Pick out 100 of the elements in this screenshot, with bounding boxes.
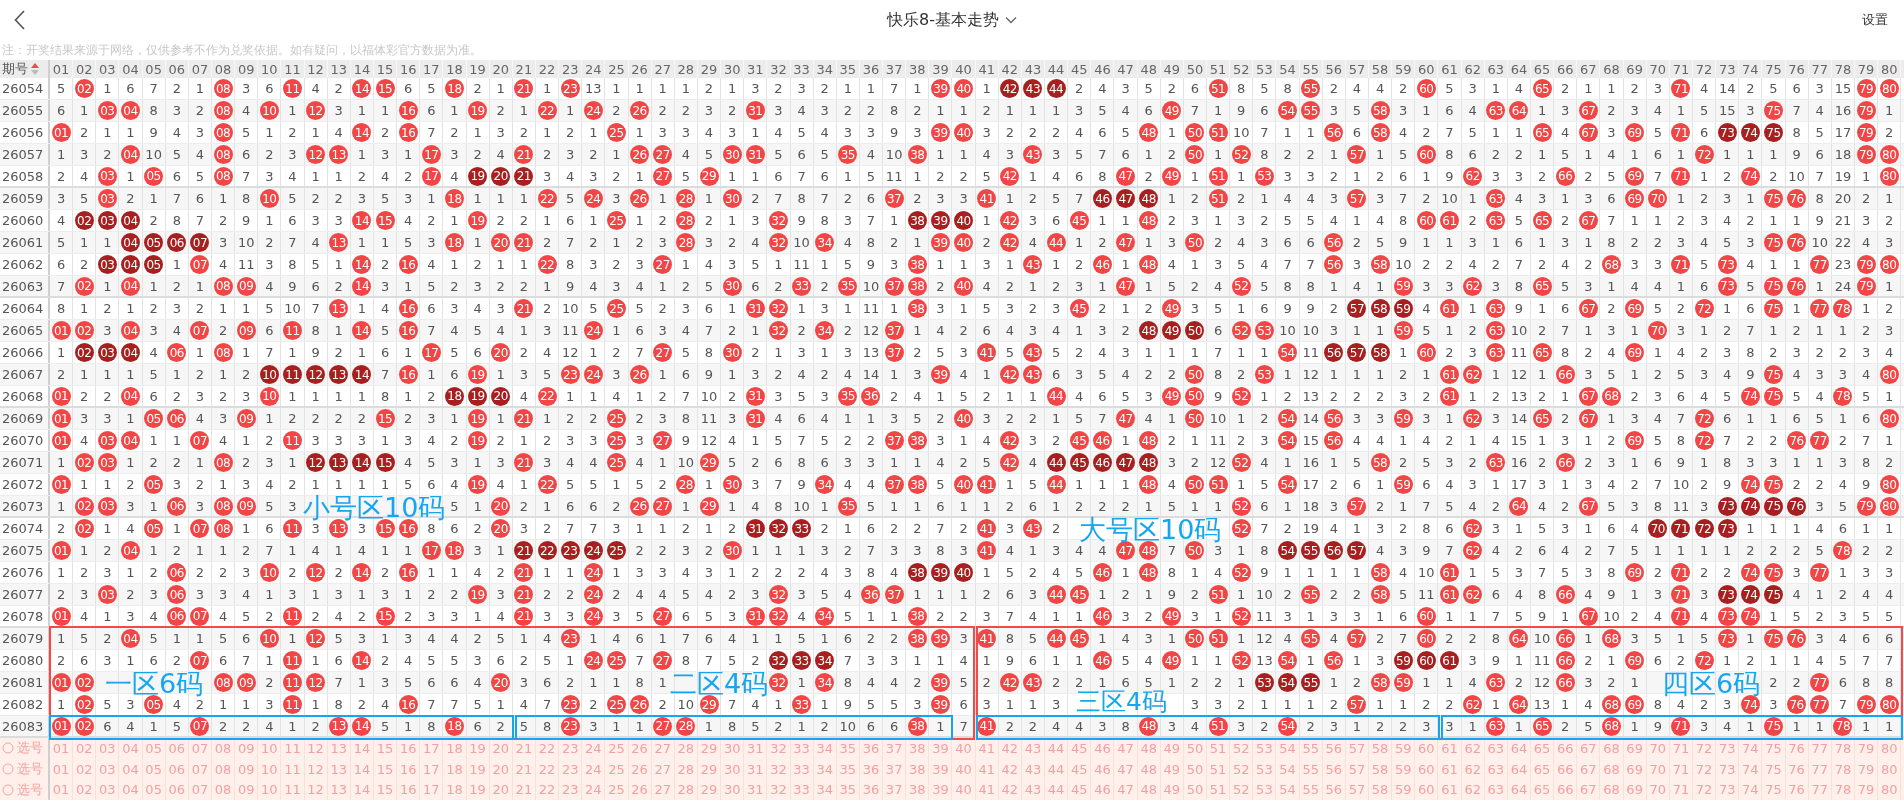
pick-number[interactable]: 47: [1114, 779, 1138, 801]
pick-number[interactable]: 31: [744, 738, 768, 759]
pick-number[interactable]: 24: [582, 738, 606, 759]
pick-number[interactable]: 46: [1091, 779, 1115, 801]
pick-number[interactable]: 77: [1808, 738, 1832, 759]
pick-number[interactable]: 57: [1345, 779, 1369, 801]
pick-number[interactable]: 79: [1854, 779, 1879, 801]
pick-number[interactable]: 21: [512, 779, 536, 801]
pick-number[interactable]: 12: [304, 779, 328, 801]
pick-number[interactable]: 37: [883, 779, 907, 801]
pick-number[interactable]: 52: [1230, 738, 1254, 759]
pick-number[interactable]: 02: [73, 738, 97, 759]
pick-number[interactable]: 45: [1068, 738, 1092, 759]
pick-number[interactable]: 06: [165, 738, 189, 759]
pick-number[interactable]: 54: [1276, 738, 1300, 759]
pick-number[interactable]: 77: [1808, 779, 1832, 801]
pick-number[interactable]: 31: [744, 779, 768, 801]
pick-number[interactable]: 64: [1507, 738, 1531, 759]
pick-number[interactable]: 68: [1600, 779, 1624, 801]
pick-number[interactable]: 12: [304, 738, 328, 759]
pick-number[interactable]: 07: [188, 738, 212, 759]
pick-number[interactable]: 48: [1137, 779, 1161, 801]
pick-number[interactable]: 76: [1785, 738, 1809, 759]
pick-number[interactable]: 19: [466, 738, 490, 759]
pick-number[interactable]: 58: [1369, 738, 1393, 759]
pick-number[interactable]: 22: [535, 738, 560, 759]
pick-number[interactable]: 56: [1322, 738, 1346, 759]
pick-number[interactable]: 78: [1831, 779, 1855, 801]
pick-number[interactable]: 03: [96, 779, 120, 801]
pick-number[interactable]: 66: [1554, 738, 1578, 759]
pick-number[interactable]: 60: [1415, 738, 1439, 759]
pick-number[interactable]: 17: [420, 779, 444, 801]
pick-number[interactable]: 74: [1739, 738, 1763, 759]
pick-number[interactable]: 52: [1230, 779, 1254, 801]
pick-number[interactable]: 40: [952, 738, 976, 759]
pick-number[interactable]: 42: [998, 738, 1022, 759]
pick-number[interactable]: 25: [605, 738, 629, 759]
pick-number[interactable]: 01: [50, 738, 74, 759]
pick-number[interactable]: 67: [1577, 738, 1601, 759]
pick-number[interactable]: 79: [1854, 738, 1879, 759]
pick-number[interactable]: 65: [1531, 738, 1555, 759]
pick-number[interactable]: 11: [281, 779, 305, 801]
pick-number[interactable]: 75: [1762, 738, 1786, 759]
pick-number[interactable]: 10: [258, 738, 282, 759]
pick-number[interactable]: 62: [1461, 738, 1485, 759]
pick-number[interactable]: 29: [697, 779, 722, 801]
radio-button[interactable]: [2, 783, 14, 796]
pick-number[interactable]: 32: [767, 738, 791, 759]
pick-number[interactable]: 36: [859, 779, 884, 801]
pick-number[interactable]: 09: [235, 738, 259, 759]
pick-number[interactable]: 20: [489, 779, 513, 801]
pick-number[interactable]: 34: [813, 738, 837, 759]
pick-number[interactable]: 27: [651, 779, 675, 801]
radio-button[interactable]: [2, 742, 14, 755]
column-header[interactable]: 期号: [2, 60, 28, 78]
pick-number[interactable]: 58: [1369, 779, 1393, 801]
pick-number[interactable]: 49: [1160, 779, 1184, 801]
pick-number[interactable]: 34: [813, 779, 837, 801]
pick-number[interactable]: 45: [1068, 779, 1092, 801]
pick-number[interactable]: 61: [1438, 779, 1462, 801]
pick-number[interactable]: 30: [721, 779, 745, 801]
pick-number[interactable]: 59: [1392, 738, 1416, 759]
pick-number[interactable]: 39: [929, 738, 953, 759]
pick-number[interactable]: 23: [559, 779, 583, 801]
pick-number[interactable]: 32: [767, 779, 791, 801]
pick-number[interactable]: 78: [1831, 738, 1855, 759]
pick-number[interactable]: 63: [1484, 779, 1508, 801]
pick-number[interactable]: 71: [1669, 738, 1693, 759]
pick-number[interactable]: 13: [327, 779, 351, 801]
pick-number[interactable]: 35: [836, 738, 860, 759]
pick-number[interactable]: 49: [1160, 738, 1184, 759]
pick-number[interactable]: 02: [73, 779, 97, 801]
pick-number[interactable]: 43: [1021, 779, 1046, 801]
pick-number[interactable]: 74: [1739, 779, 1763, 801]
pick-number[interactable]: 04: [119, 738, 143, 759]
pick-number[interactable]: 01: [50, 779, 74, 801]
title-dropdown[interactable]: 快乐8-基本走势: [883, 7, 1021, 33]
pick-number[interactable]: 73: [1716, 779, 1740, 801]
pick-number[interactable]: 14: [350, 738, 374, 759]
pick-number[interactable]: 75: [1762, 779, 1786, 801]
pick-number[interactable]: 72: [1693, 738, 1717, 759]
pick-number[interactable]: 04: [119, 779, 143, 801]
pick-number[interactable]: 60: [1415, 779, 1439, 801]
pick-number[interactable]: 53: [1253, 779, 1277, 801]
pick-number[interactable]: 72: [1693, 779, 1717, 801]
pick-number[interactable]: 70: [1646, 779, 1670, 801]
pick-number[interactable]: 55: [1299, 779, 1323, 801]
settings-link[interactable]: 设置: [1862, 11, 1888, 29]
pick-number[interactable]: 06: [165, 779, 189, 801]
pick-number[interactable]: 05: [142, 779, 166, 801]
pick-number[interactable]: 40: [952, 779, 976, 801]
pick-number[interactable]: 44: [1045, 738, 1069, 759]
pick-number[interactable]: 64: [1507, 779, 1531, 801]
pick-number[interactable]: 44: [1045, 779, 1069, 801]
pick-number[interactable]: 05: [142, 738, 166, 759]
radio-button[interactable]: [2, 763, 14, 776]
pick-number[interactable]: 65: [1531, 779, 1555, 801]
pick-number[interactable]: 42: [998, 779, 1022, 801]
pick-number[interactable]: 50: [1183, 738, 1208, 759]
pick-number[interactable]: 70: [1646, 738, 1670, 759]
